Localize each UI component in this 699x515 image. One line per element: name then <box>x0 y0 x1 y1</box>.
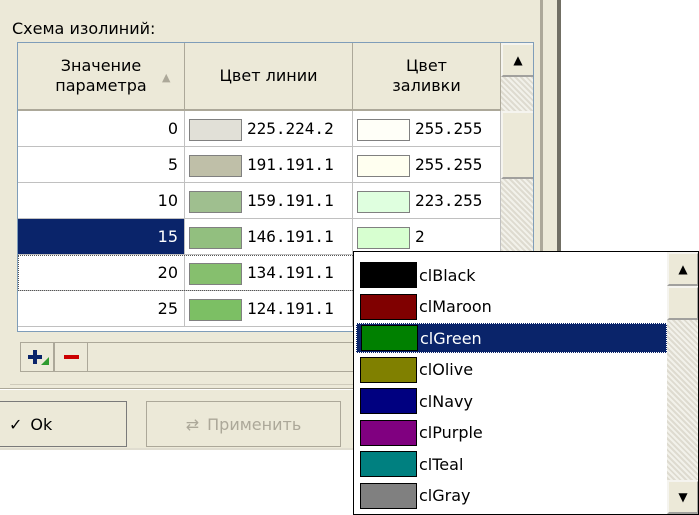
plus-icon <box>28 350 49 365</box>
fill-color-swatch <box>357 227 410 249</box>
table-row[interactable]: 5 191.191.1 255.255 <box>18 147 501 183</box>
cell-value[interactable]: 15 <box>18 219 185 255</box>
line-color-rgb: 134.191.1 <box>247 263 334 282</box>
color-option-label: clGray <box>419 486 471 505</box>
cell-line-color[interactable]: 146.191.1 <box>185 219 353 255</box>
ok-button[interactable]: ✓ Ok <box>0 401 127 447</box>
color-option[interactable]: clMaroon <box>356 292 667 322</box>
cell-fill-color[interactable]: 255.255 <box>353 147 501 183</box>
table-row[interactable]: 0 225.224.2 255.255 <box>18 111 501 147</box>
color-option-swatch <box>360 262 417 288</box>
scroll-up-icon[interactable]: ▲ <box>501 43 533 77</box>
table-row[interactable]: 15 146.191.1 2 <box>18 219 501 255</box>
apply-button[interactable]: ⇄ Применить <box>146 401 341 447</box>
cell-value[interactable]: 5 <box>18 147 185 183</box>
cell-line-color[interactable]: 225.224.2 <box>185 111 353 147</box>
cell-fill-color[interactable]: 2 <box>353 219 501 255</box>
ok-label: Ok <box>30 414 53 434</box>
color-option-label: clNavy <box>419 391 473 411</box>
header-line-color: Цвет линии <box>219 66 318 85</box>
color-option-label: clMaroon <box>419 297 492 316</box>
scroll-down-icon[interactable]: ▼ <box>667 480 698 514</box>
grid-scrollbar-thumb[interactable] <box>501 111 533 179</box>
sort-ascending-icon: ▲ <box>162 71 171 84</box>
line-color-swatch <box>189 263 242 285</box>
line-color-swatch <box>189 299 242 321</box>
header-fill-line2: заливки <box>392 76 461 95</box>
cell-line-color[interactable]: 191.191.1 <box>185 147 353 183</box>
color-option[interactable]: clBlack <box>356 260 667 290</box>
color-option[interactable]: clNavy <box>356 386 667 416</box>
grid-toolbar <box>88 342 356 372</box>
cell-value[interactable]: 20 <box>18 255 185 291</box>
header-value-line1: Значение <box>60 56 142 75</box>
color-option-label: clOlive <box>419 360 474 379</box>
color-option-swatch <box>360 451 417 477</box>
line-color-rgb: 191.191.1 <box>247 155 334 174</box>
color-option[interactable]: clGreen <box>356 323 667 353</box>
scroll-up-icon[interactable]: ▲ <box>667 252 698 286</box>
line-color-rgb: 159.191.1 <box>247 191 334 210</box>
color-dropdown-list[interactable]: clBlack clMaroon clGreen clOlive clNavy clPur… <box>353 251 699 515</box>
color-option[interactable]: clGray <box>356 481 667 511</box>
section-title: Схема изолиний: <box>12 19 156 38</box>
remove-row-button[interactable] <box>54 342 88 372</box>
cell-line-color[interactable]: 124.191.1 <box>185 291 353 327</box>
line-color-swatch <box>189 119 242 141</box>
fill-color-rgb: 255.255 <box>415 155 483 174</box>
color-option-swatch <box>360 419 417 446</box>
color-option-swatch <box>360 388 417 414</box>
line-color-swatch <box>189 191 242 213</box>
color-option-label: clPurple <box>419 423 483 442</box>
line-color-swatch <box>189 155 242 177</box>
color-option-swatch <box>360 482 417 509</box>
table-row[interactable]: 10 159.191.1 223.255 <box>18 183 501 219</box>
color-option[interactable]: clTeal <box>356 449 667 479</box>
cell-line-color[interactable]: 159.191.1 <box>185 183 353 219</box>
color-option-swatch <box>360 356 417 383</box>
cell-value[interactable]: 10 <box>18 183 185 219</box>
cell-fill-color[interactable]: 255.255 <box>353 111 501 147</box>
color-option-swatch <box>360 293 417 320</box>
fill-color-rgb: 255.255 <box>415 119 483 138</box>
column-header-line-color[interactable]: Цвет линии <box>185 43 353 111</box>
apply-label: Применить <box>207 414 302 434</box>
add-row-button[interactable] <box>20 342 54 372</box>
color-option[interactable]: clPurple <box>356 418 667 448</box>
fill-color-rgb: 223.255 <box>415 191 483 210</box>
column-header-value[interactable]: Значение параметра <box>18 43 185 111</box>
checkmark-icon: ✓ <box>9 414 23 434</box>
column-header-fill-color[interactable]: Цвет заливки <box>353 43 501 111</box>
cell-value[interactable]: 0 <box>18 111 185 147</box>
color-option-label: clTeal <box>419 454 464 474</box>
fill-color-swatch <box>357 191 410 213</box>
fill-color-rgb: 2 <box>415 227 425 246</box>
fill-color-swatch <box>357 155 410 177</box>
cell-line-color[interactable]: 134.191.1 <box>185 255 353 291</box>
cell-value[interactable]: 25 <box>18 291 185 327</box>
minus-icon <box>64 355 79 359</box>
color-option-label: clGreen <box>420 328 482 348</box>
cell-fill-color[interactable]: 223.255 <box>353 183 501 219</box>
dropdown-scrollbar[interactable]: ▲ ▼ <box>667 252 698 514</box>
line-color-rgb: 124.191.1 <box>247 299 334 318</box>
fill-color-swatch <box>357 119 410 141</box>
color-option-label: clBlack <box>419 265 476 285</box>
line-color-rgb: 146.191.1 <box>247 227 334 246</box>
apply-arrows-icon: ⇄ <box>185 414 200 434</box>
header-fill-line1: Цвет <box>405 56 447 75</box>
header-value-line2: параметра <box>55 76 147 95</box>
color-option-swatch <box>361 325 418 351</box>
line-color-swatch <box>189 227 242 249</box>
line-color-rgb: 225.224.2 <box>247 119 334 138</box>
dropdown-scrollbar-thumb[interactable] <box>667 286 698 320</box>
color-option[interactable]: clOlive <box>356 355 667 385</box>
